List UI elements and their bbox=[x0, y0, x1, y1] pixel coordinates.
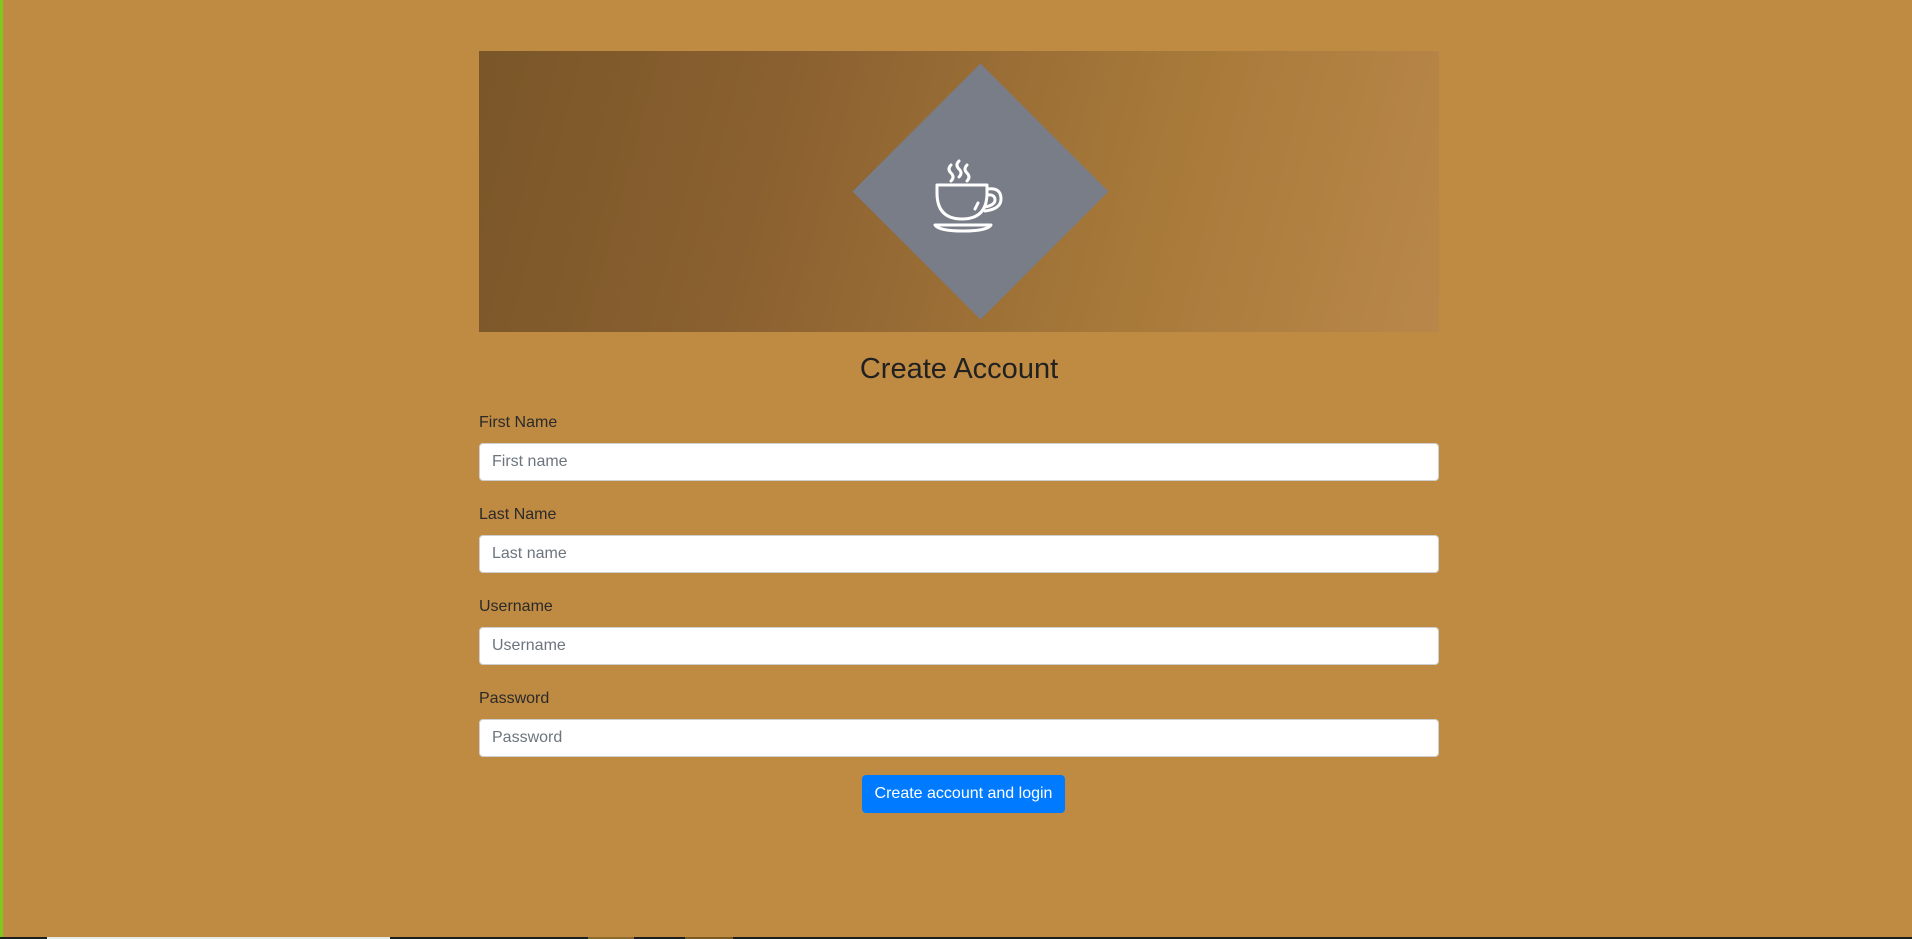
first-name-input[interactable] bbox=[479, 443, 1439, 481]
header-banner bbox=[479, 51, 1439, 332]
coffee-cup-icon bbox=[933, 159, 1003, 233]
window-edge bbox=[0, 0, 3, 939]
last-name-label: Last Name bbox=[479, 506, 557, 523]
first-name-label: First Name bbox=[479, 414, 558, 431]
username-input[interactable] bbox=[479, 627, 1439, 665]
page-title: Create Account bbox=[859, 353, 1059, 385]
username-label: Username bbox=[479, 598, 553, 615]
last-name-input[interactable] bbox=[479, 535, 1439, 573]
password-label: Password bbox=[479, 690, 550, 707]
create-account-form: First Name Last Name Username Password C… bbox=[479, 413, 1439, 813]
password-input[interactable] bbox=[479, 719, 1439, 757]
submit-row: Create account and login bbox=[479, 775, 1439, 813]
create-account-container: Create Account First Name Last Name User… bbox=[479, 51, 1439, 813]
create-account-button[interactable]: Create account and login bbox=[861, 775, 1066, 813]
